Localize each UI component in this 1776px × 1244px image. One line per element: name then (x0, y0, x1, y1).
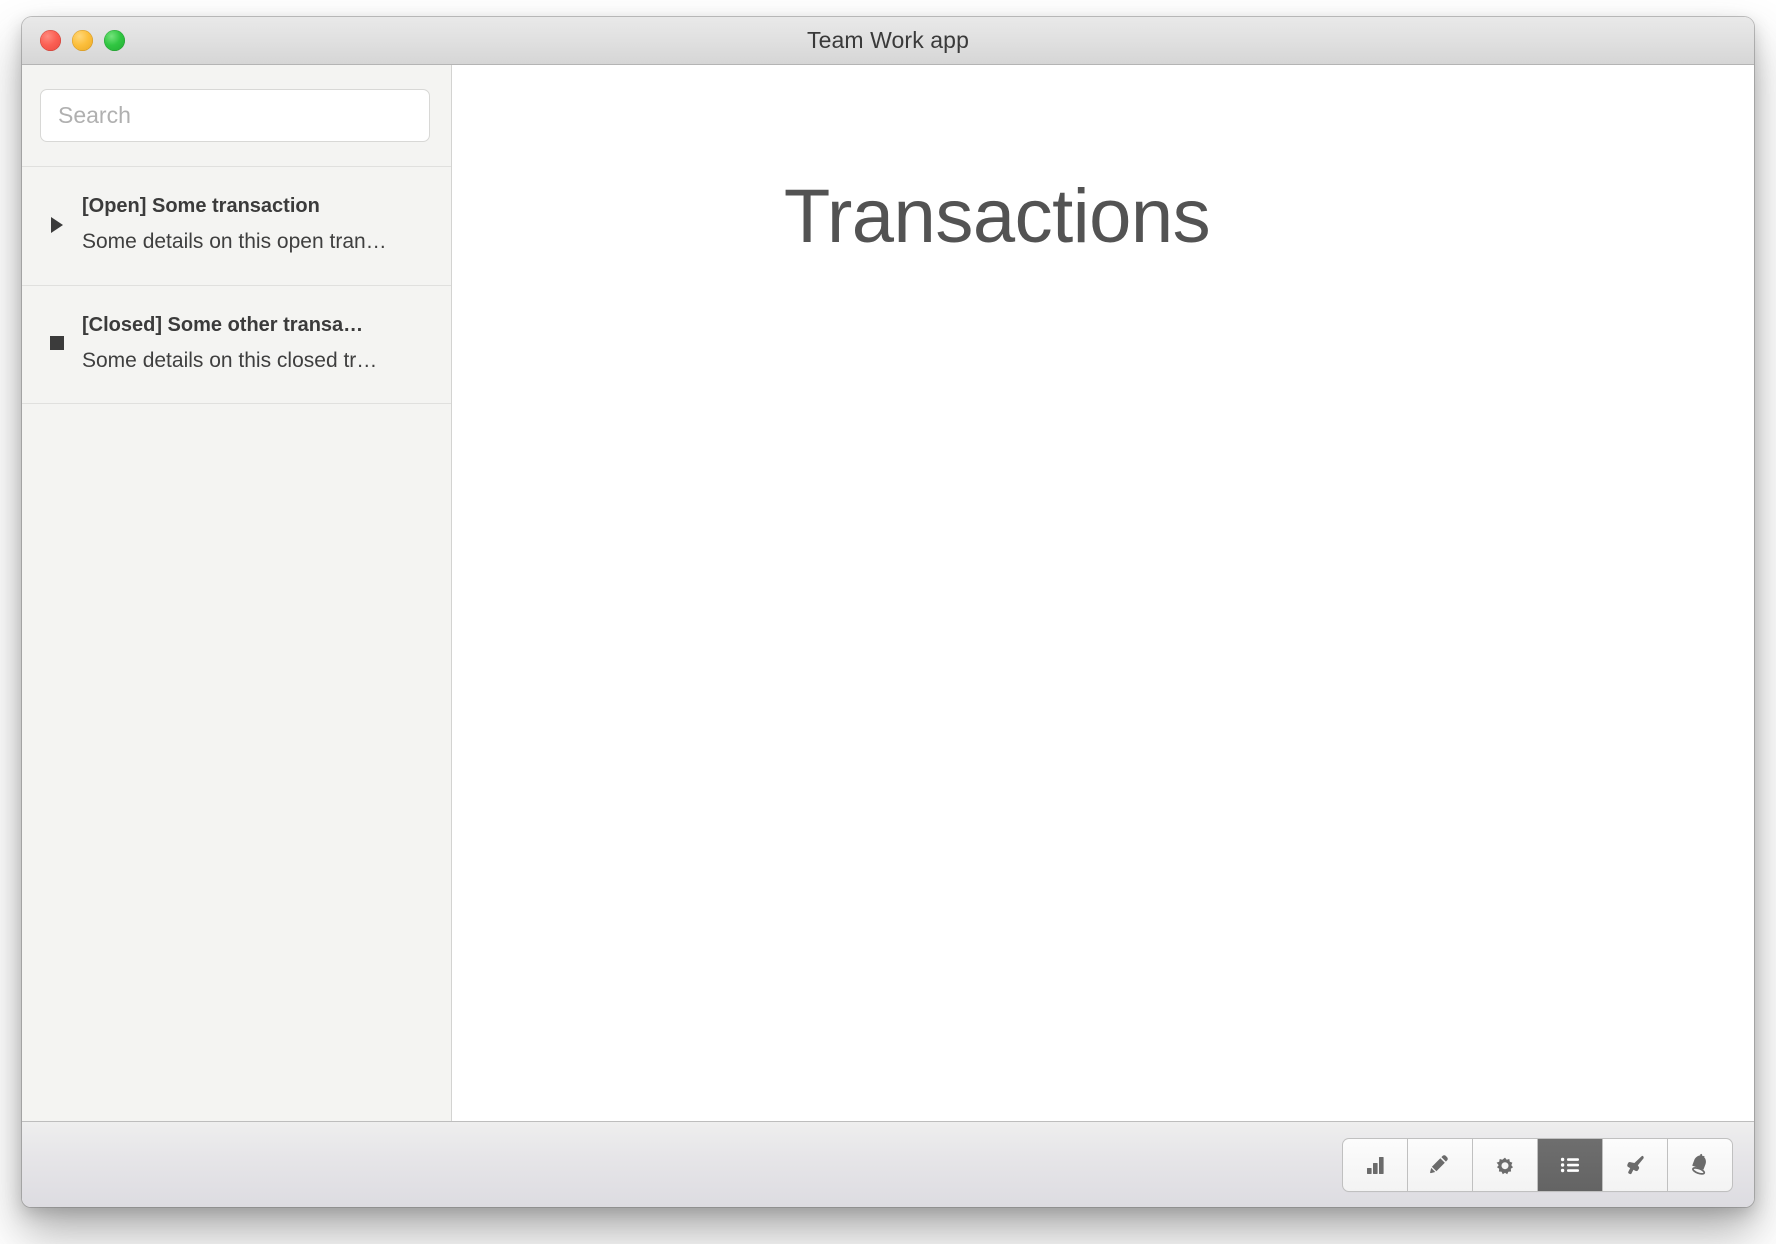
transaction-text-closed: [Closed] Some other transa… Some details… (82, 310, 433, 378)
transaction-text-open: [Open] Some transaction Some details on … (82, 191, 433, 259)
transaction-detail: Some details on this closed tr… (82, 348, 378, 372)
desktop-backdrop: Team Work app [Open] Some transaction (0, 0, 1776, 1244)
window-body: [Open] Some transaction Some details on … (22, 65, 1754, 1121)
search-input[interactable] (40, 89, 430, 142)
megaphone-icon (1623, 1153, 1647, 1177)
page-title: Transactions (783, 174, 1211, 259)
toolbar-segmented-control (1343, 1138, 1732, 1191)
transaction-list-item-closed[interactable]: [Closed] Some other transa… Some details… (22, 286, 451, 405)
close-button[interactable] (40, 29, 61, 51)
bar-chart-icon (1363, 1153, 1387, 1177)
search-container (22, 65, 451, 167)
minimize-button[interactable] (72, 29, 93, 51)
toolbar-button-alerts[interactable] (1668, 1138, 1732, 1191)
transaction-detail: Some details on this open tran… (82, 230, 387, 253)
pencil-icon (1428, 1153, 1452, 1177)
toolbar-button-announce[interactable] (1603, 1138, 1667, 1191)
transaction-list-item-open[interactable]: [Open] Some transaction Some details on … (22, 167, 451, 286)
transaction-title: [Closed] Some other transa… (82, 313, 364, 336)
toolbar-button-settings[interactable] (1473, 1138, 1537, 1191)
app-window: Team Work app [Open] Some transaction (22, 17, 1754, 1207)
gear-icon (1493, 1153, 1517, 1177)
sidebar: [Open] Some transaction Some details on … (22, 65, 452, 1121)
window-controls (40, 17, 125, 63)
toolbar-button-statistics[interactable] (1343, 1138, 1407, 1191)
bell-icon (1688, 1153, 1712, 1177)
list-icon (1558, 1153, 1582, 1177)
zoom-button[interactable] (104, 29, 125, 51)
window-titlebar[interactable]: Team Work app (22, 17, 1754, 65)
transaction-title: [Open] Some transaction (82, 195, 320, 217)
toolbar-button-list[interactable] (1538, 1138, 1602, 1191)
transaction-list: [Open] Some transaction Some details on … (22, 167, 451, 1121)
window-title: Team Work app (807, 27, 969, 53)
triangle-play-icon (40, 216, 82, 233)
square-stop-icon (40, 336, 82, 351)
toolbar-button-edit[interactable] (1408, 1138, 1472, 1191)
bottom-toolbar (22, 1121, 1754, 1207)
content-pane: Transactions (452, 65, 1754, 1121)
